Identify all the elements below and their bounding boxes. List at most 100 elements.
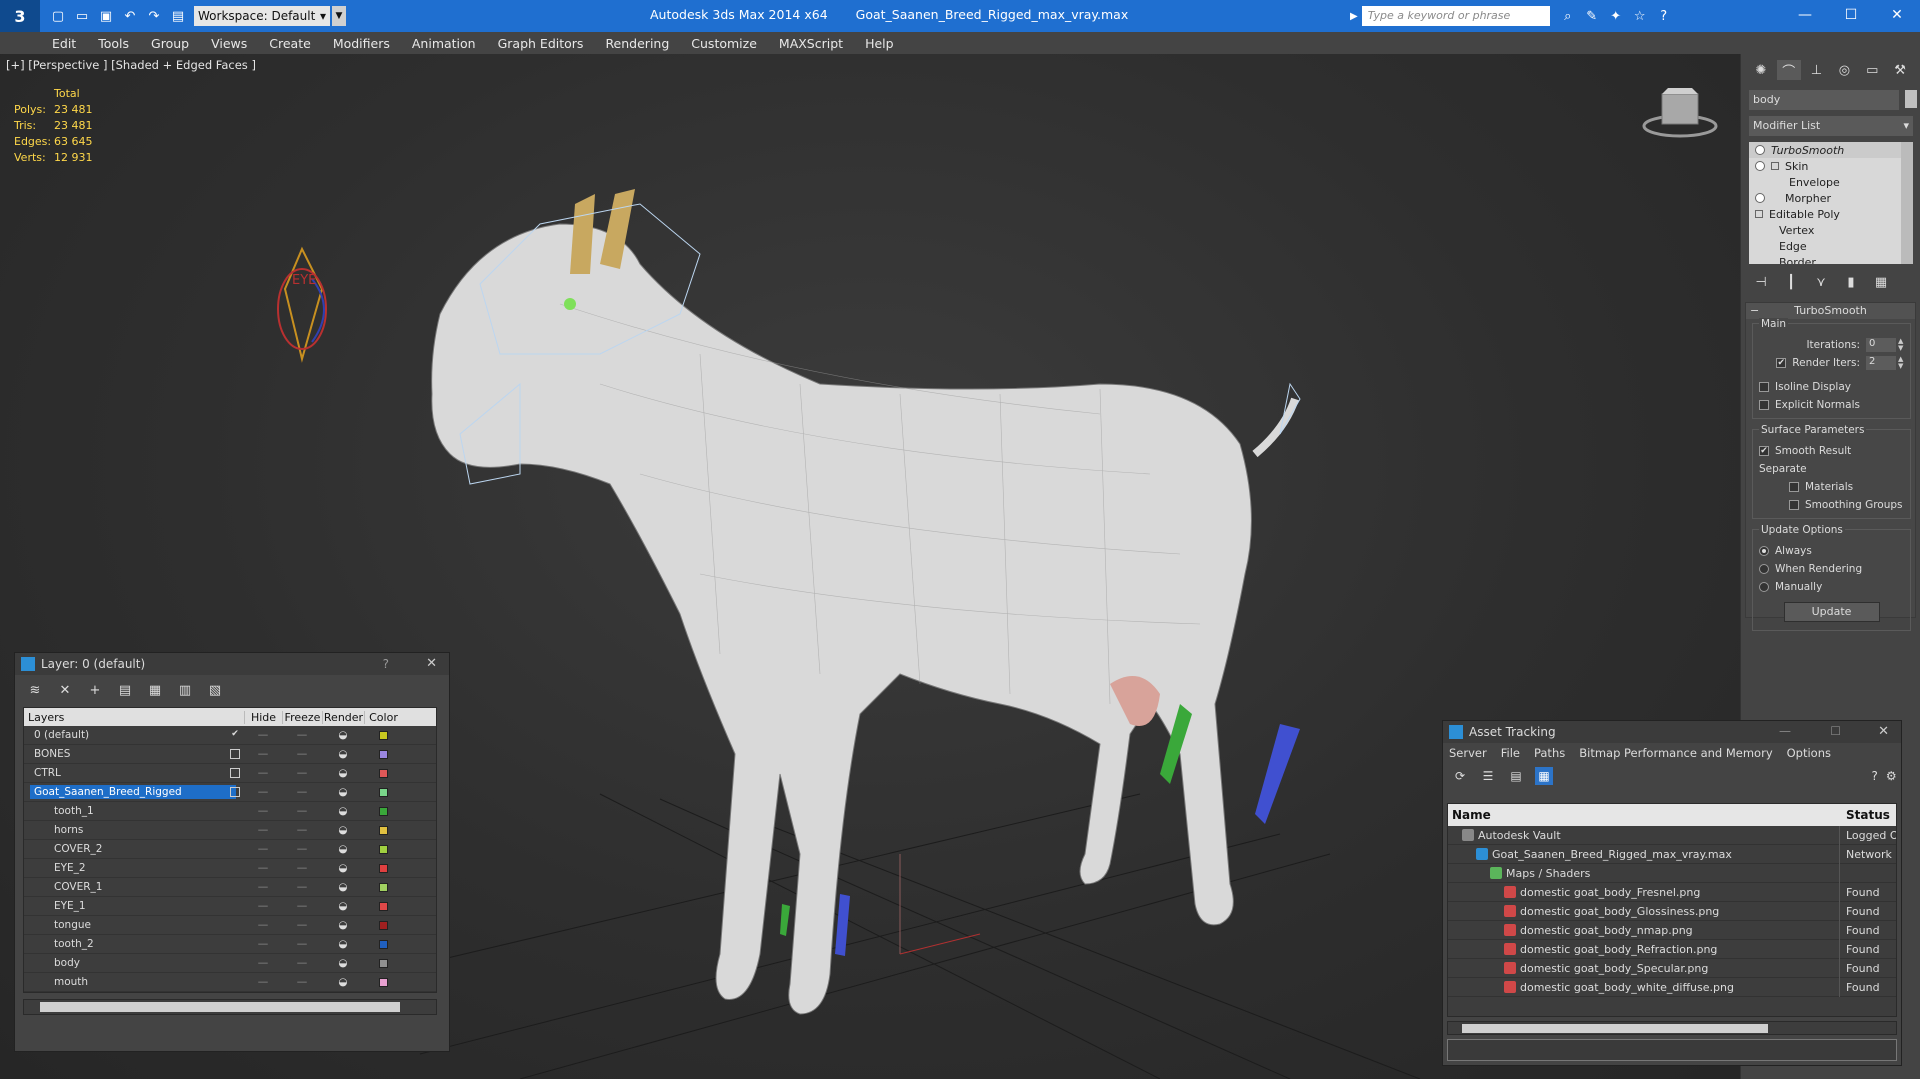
freeze-toggle[interactable]: — bbox=[282, 900, 322, 912]
menu-maxscript[interactable]: MAXScript bbox=[779, 36, 843, 51]
layer-color-swatch[interactable] bbox=[378, 939, 388, 949]
active-layer-checkbox[interactable]: ✔ bbox=[230, 730, 240, 740]
object-color-swatch[interactable] bbox=[1905, 90, 1917, 108]
asset-row[interactable]: domestic goat_body_Fresnel.png Found bbox=[1448, 882, 1896, 902]
redo-icon[interactable]: ↷ bbox=[144, 6, 164, 26]
layer-row[interactable]: tooth_1— — ◒ bbox=[24, 802, 436, 821]
close-button[interactable]: ✕ bbox=[1874, 0, 1920, 30]
layer-name-cell[interactable]: body bbox=[24, 956, 244, 970]
when-rendering-radio[interactable] bbox=[1759, 564, 1769, 574]
new-file-icon[interactable]: ▢ bbox=[48, 6, 68, 26]
layer-name-cell[interactable]: 0 (default) ✔ bbox=[24, 728, 244, 742]
smoothing-groups-checkbox[interactable] bbox=[1789, 500, 1799, 510]
layer-color-cell[interactable] bbox=[364, 730, 402, 740]
hide-toggle[interactable]: — bbox=[244, 957, 282, 969]
render-iters-spinner[interactable]: 2 bbox=[1866, 356, 1896, 370]
delete-layer-icon[interactable]: ✕ bbox=[55, 681, 75, 699]
col-status[interactable]: Status bbox=[1840, 808, 1890, 822]
hide-toggle[interactable]: — bbox=[244, 748, 282, 760]
hide-toggle[interactable]: — bbox=[244, 900, 282, 912]
render-iters-checkbox[interactable]: ✔ bbox=[1776, 358, 1787, 368]
help-icon[interactable]: ? bbox=[1871, 767, 1877, 785]
stack-item-border[interactable]: Border bbox=[1749, 254, 1913, 265]
col-name[interactable]: Name bbox=[1448, 808, 1840, 822]
close-icon[interactable]: ✕ bbox=[1878, 724, 1889, 739]
subscription-icon[interactable]: ✦ bbox=[1606, 6, 1626, 26]
freeze-toggle[interactable]: — bbox=[282, 805, 322, 817]
hierarchy-tab-icon[interactable]: ⊥ bbox=[1805, 60, 1829, 80]
layer-row[interactable]: 0 (default) ✔ — — ◒ bbox=[24, 726, 436, 745]
asset-list-scrollbar[interactable] bbox=[1447, 1021, 1897, 1035]
asset-row[interactable]: Maps / Shaders bbox=[1448, 863, 1896, 883]
layer-row[interactable]: horns — — ◒ bbox=[24, 821, 436, 840]
render-teapot-icon[interactable]: ◒ bbox=[322, 976, 364, 988]
layer-color-cell[interactable] bbox=[364, 787, 402, 797]
layer-color-swatch[interactable] bbox=[378, 749, 388, 759]
hide-toggle[interactable]: — bbox=[244, 976, 282, 988]
menu-group[interactable]: Group bbox=[151, 36, 189, 51]
always-radio[interactable] bbox=[1759, 546, 1769, 556]
binoculars-icon[interactable]: ⌕ bbox=[1558, 6, 1578, 26]
layer-name-cell[interactable]: EYE_2 bbox=[24, 861, 244, 875]
utilities-tab-icon[interactable]: ⚒ bbox=[1888, 60, 1912, 80]
display-tab-icon[interactable]: ▭ bbox=[1860, 60, 1884, 80]
scrollbar-thumb[interactable] bbox=[40, 1002, 400, 1012]
layer-color-swatch[interactable] bbox=[378, 863, 388, 873]
hide-all-icon[interactable]: ▥ bbox=[175, 681, 195, 699]
layer-row[interactable]: tongue — — ◒ bbox=[24, 916, 436, 935]
col-hide[interactable]: Hide bbox=[244, 710, 282, 724]
layer-row[interactable]: COVER_2— — ◒ bbox=[24, 840, 436, 859]
refresh-icon[interactable]: ⟳ bbox=[1451, 767, 1469, 785]
help-icon[interactable]: ? bbox=[1654, 6, 1674, 26]
menu-views[interactable]: Views bbox=[211, 36, 247, 51]
scrollbar-thumb[interactable] bbox=[1462, 1024, 1768, 1033]
minimize-icon[interactable]: — bbox=[1779, 724, 1791, 738]
iterations-spinner[interactable]: 0 bbox=[1866, 338, 1896, 352]
layer-color-swatch[interactable] bbox=[378, 958, 388, 968]
layer-name-cell[interactable]: COVER_2 bbox=[24, 842, 244, 856]
menu-create[interactable]: Create bbox=[269, 36, 311, 51]
workspace-dropdown[interactable]: Workspace: Default ▾ bbox=[194, 6, 330, 26]
stack-item-editable-poly[interactable]: Editable Poly bbox=[1749, 206, 1913, 222]
col-render[interactable]: Render bbox=[322, 710, 364, 724]
layer-color-swatch[interactable] bbox=[378, 768, 388, 778]
hide-toggle[interactable]: — bbox=[244, 729, 282, 741]
layer-row[interactable]: EYE_2— — ◒ bbox=[24, 859, 436, 878]
settings-icon[interactable]: ⚙ bbox=[1886, 767, 1897, 785]
stack-scrollbar[interactable] bbox=[1901, 142, 1913, 264]
render-teapot-icon[interactable]: ◒ bbox=[322, 881, 364, 893]
asset-path-field[interactable] bbox=[1447, 1039, 1897, 1061]
freeze-toggle[interactable]: — bbox=[282, 824, 322, 836]
asset-menu-server[interactable]: Server bbox=[1449, 746, 1487, 760]
search-expand-icon[interactable]: ▶ bbox=[1350, 11, 1358, 22]
render-teapot-icon[interactable]: ◒ bbox=[322, 748, 364, 760]
asset-row[interactable]: domestic goat_body_Glossiness.png Found bbox=[1448, 901, 1896, 921]
show-end-result-icon[interactable]: ┃ bbox=[1781, 272, 1801, 292]
freeze-toggle[interactable]: — bbox=[282, 767, 322, 779]
asset-row[interactable]: domestic goat_body_Refraction.png Found bbox=[1448, 939, 1896, 959]
hide-toggle[interactable]: — bbox=[244, 786, 282, 798]
layer-color-cell[interactable] bbox=[364, 768, 402, 778]
layer-list-scrollbar[interactable] bbox=[23, 999, 437, 1015]
render-teapot-icon[interactable]: ◒ bbox=[322, 900, 364, 912]
layer-name-cell[interactable]: EYE_1 bbox=[24, 899, 244, 913]
hide-toggle[interactable]: — bbox=[244, 862, 282, 874]
workspace-options-button[interactable]: ▼ bbox=[332, 6, 346, 26]
layer-color-cell[interactable] bbox=[364, 958, 402, 968]
layer-color-swatch[interactable] bbox=[378, 882, 388, 892]
materials-checkbox[interactable] bbox=[1789, 482, 1799, 492]
isoline-display-checkbox[interactable] bbox=[1759, 382, 1769, 392]
select-objects-icon[interactable]: ▤ bbox=[115, 681, 135, 699]
render-teapot-icon[interactable]: ◒ bbox=[322, 919, 364, 931]
save-icon[interactable]: ▣ bbox=[96, 6, 116, 26]
freeze-toggle[interactable]: — bbox=[282, 976, 322, 988]
layer-name-cell[interactable]: COVER_1 bbox=[24, 880, 244, 894]
collapse-icon[interactable] bbox=[1771, 162, 1779, 170]
asset-menu-file[interactable]: File bbox=[1501, 746, 1520, 760]
layer-color-swatch[interactable] bbox=[378, 977, 388, 987]
layer-name-cell[interactable]: tooth_2 bbox=[24, 937, 244, 951]
list-view-icon[interactable]: ☰ bbox=[1479, 767, 1497, 785]
render-teapot-icon[interactable]: ◒ bbox=[322, 957, 364, 969]
motion-tab-icon[interactable]: ◎ bbox=[1832, 60, 1856, 80]
stack-item-turbosmooth[interactable]: TurboSmooth bbox=[1749, 142, 1913, 158]
